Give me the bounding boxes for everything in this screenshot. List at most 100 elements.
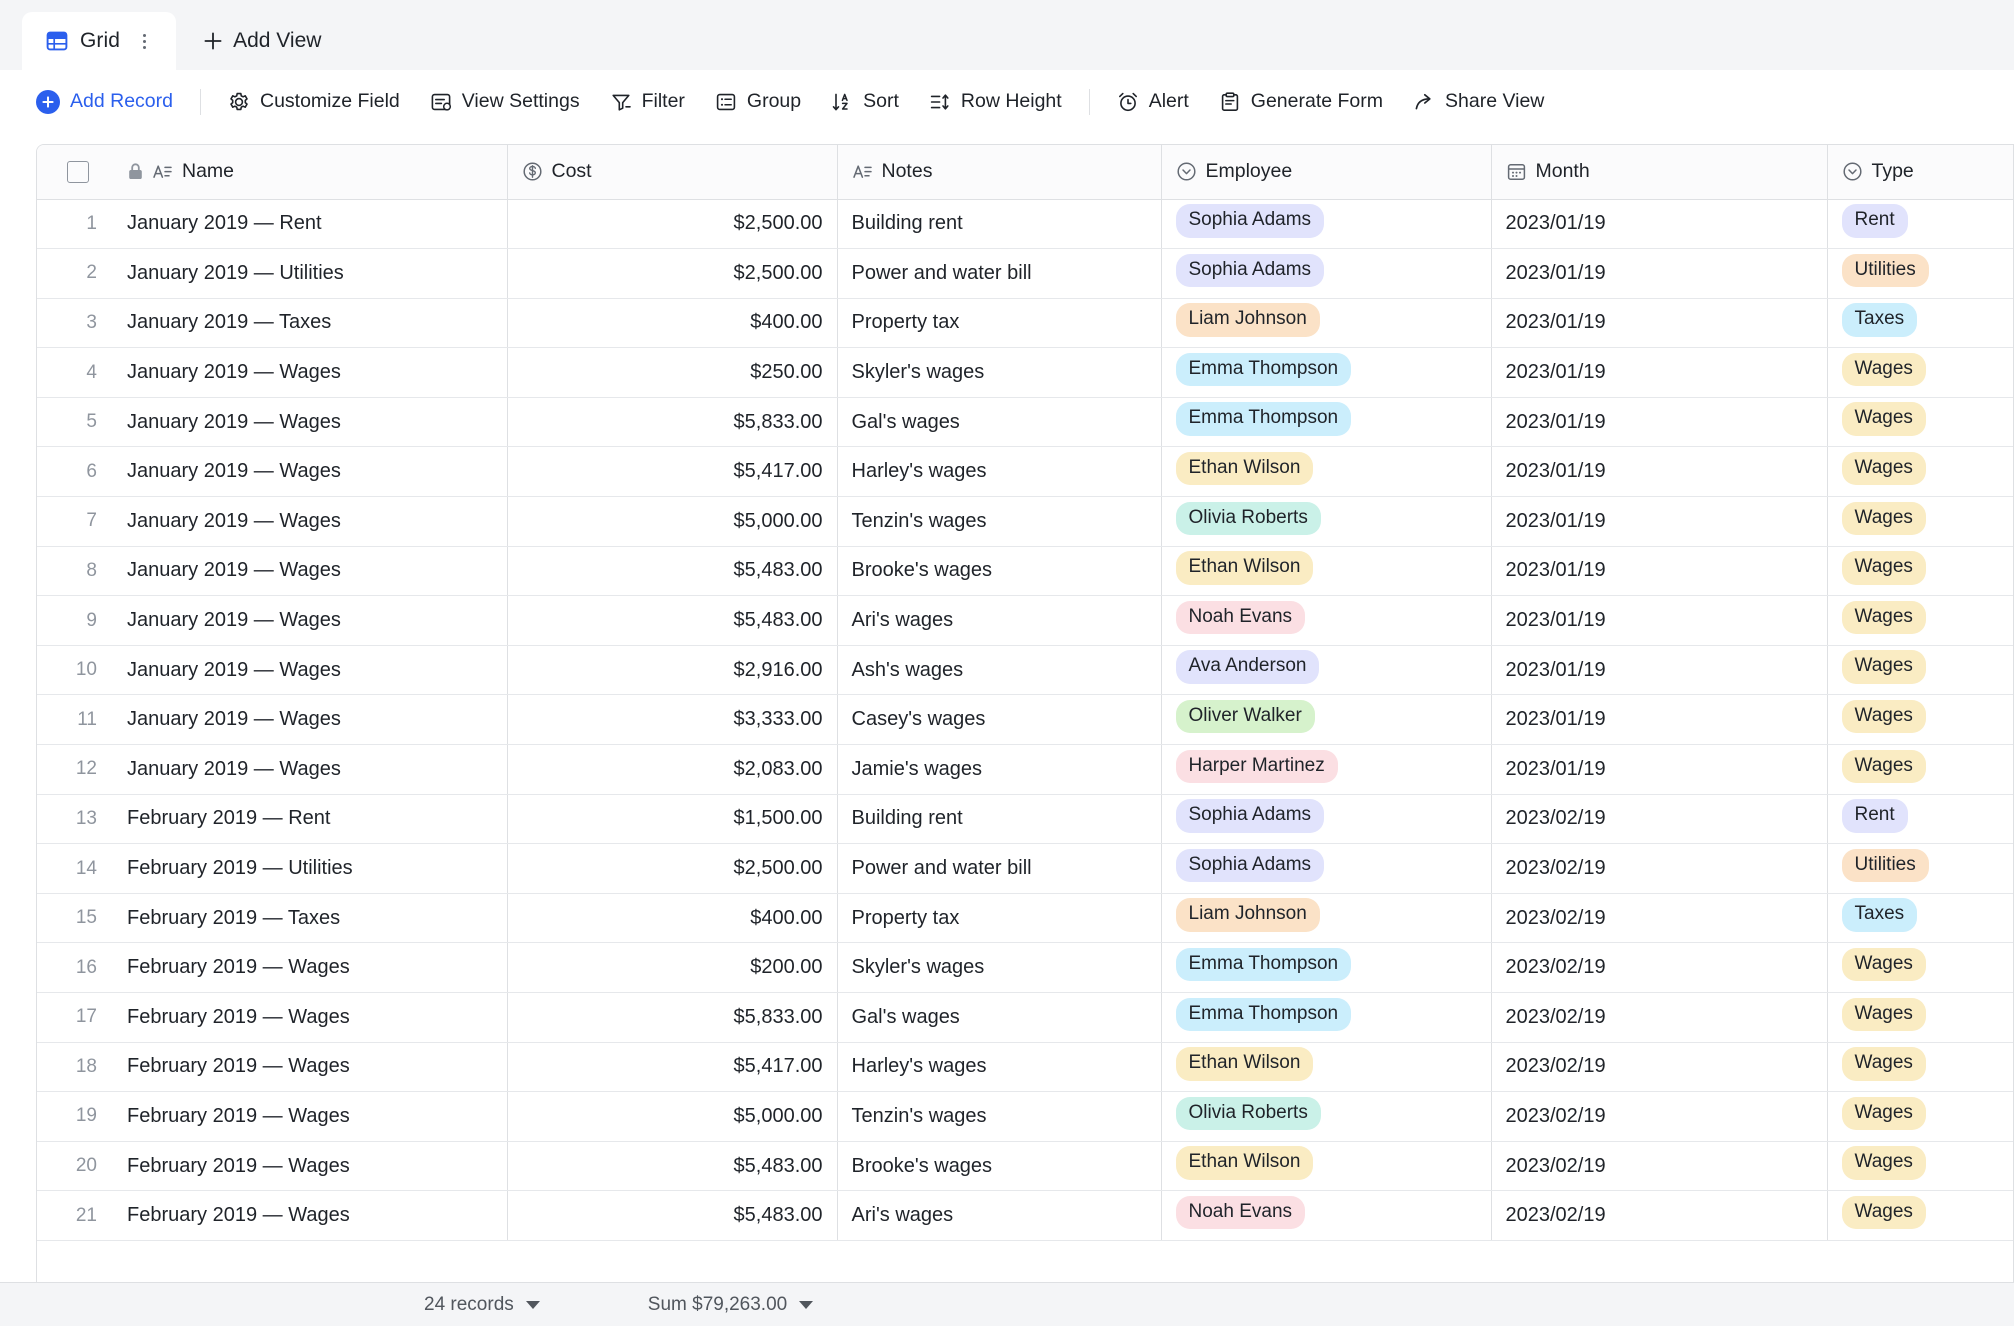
alert-button[interactable]: Alert (1102, 82, 1204, 122)
cell-name[interactable]: January 2019 — Wages (113, 397, 507, 447)
cell-notes[interactable]: Jamie's wages (837, 745, 1161, 795)
table-row[interactable]: 8January 2019 — Wages$5,483.00Brooke's w… (37, 546, 2014, 596)
cell-type[interactable]: Wages (1827, 546, 2014, 596)
table-row[interactable]: 10January 2019 — Wages$2,916.00Ash's wag… (37, 645, 2014, 695)
cell-cost[interactable]: $2,916.00 (507, 645, 837, 695)
cell-type[interactable]: Wages (1827, 348, 2014, 398)
table-row[interactable]: 11January 2019 — Wages$3,333.00Casey's w… (37, 695, 2014, 745)
cell-notes[interactable]: Ari's wages (837, 1191, 1161, 1241)
cell-notes[interactable]: Ari's wages (837, 596, 1161, 646)
table-row[interactable]: 9January 2019 — Wages$5,483.00Ari's wage… (37, 596, 2014, 646)
table-row[interactable]: 5January 2019 — Wages$5,833.00Gal's wage… (37, 397, 2014, 447)
cell-month[interactable]: 2023/01/19 (1491, 397, 1827, 447)
add-view-button[interactable]: Add View (176, 12, 339, 70)
cell-employee[interactable]: Ethan Wilson (1161, 1042, 1491, 1092)
cell-name[interactable]: January 2019 — Wages (113, 695, 507, 745)
column-header-notes[interactable]: Notes (837, 145, 1161, 199)
cell-employee[interactable]: Emma Thompson (1161, 943, 1491, 993)
share-view-button[interactable]: Share View (1398, 82, 1559, 122)
cell-notes[interactable]: Property tax (837, 298, 1161, 348)
cell-employee[interactable]: Sophia Adams (1161, 249, 1491, 299)
cell-type[interactable]: Wages (1827, 1092, 2014, 1142)
add-record-button[interactable]: Add Record (36, 82, 188, 122)
cell-employee[interactable]: Ava Anderson (1161, 645, 1491, 695)
cell-name[interactable]: February 2019 — Wages (113, 1191, 507, 1241)
cell-notes[interactable]: Building rent (837, 794, 1161, 844)
cell-name[interactable]: February 2019 — Wages (113, 1092, 507, 1142)
cell-cost[interactable]: $200.00 (507, 943, 837, 993)
cell-notes[interactable]: Gal's wages (837, 993, 1161, 1043)
cell-type[interactable]: Rent (1827, 794, 2014, 844)
customize-field-button[interactable]: Customize Field (213, 82, 415, 122)
cell-employee[interactable]: Ethan Wilson (1161, 546, 1491, 596)
cell-cost[interactable]: $3,333.00 (507, 695, 837, 745)
cell-cost[interactable]: $5,483.00 (507, 1141, 837, 1191)
cell-name[interactable]: January 2019 — Wages (113, 645, 507, 695)
cell-notes[interactable]: Tenzin's wages (837, 1092, 1161, 1142)
cell-month[interactable]: 2023/02/19 (1491, 893, 1827, 943)
cell-name[interactable]: February 2019 — Rent (113, 794, 507, 844)
table-row[interactable]: 18February 2019 — Wages$5,417.00Harley's… (37, 1042, 2014, 1092)
cell-employee[interactable]: Emma Thompson (1161, 397, 1491, 447)
record-count-button[interactable]: 24 records (424, 1294, 540, 1316)
more-vertical-icon[interactable] (134, 30, 154, 52)
cell-name[interactable]: February 2019 — Utilities (113, 844, 507, 894)
cell-type[interactable]: Wages (1827, 1042, 2014, 1092)
table-row[interactable]: 3January 2019 — Taxes$400.00Property tax… (37, 298, 2014, 348)
cell-notes[interactable]: Ash's wages (837, 645, 1161, 695)
table-row[interactable]: 15February 2019 — Taxes$400.00Property t… (37, 893, 2014, 943)
cell-notes[interactable]: Power and water bill (837, 844, 1161, 894)
column-header-type[interactable]: Type (1827, 145, 2014, 199)
tab-grid[interactable]: Grid (22, 12, 176, 70)
cell-type[interactable]: Wages (1827, 943, 2014, 993)
cell-type[interactable]: Wages (1827, 745, 2014, 795)
cell-month[interactable]: 2023/01/19 (1491, 546, 1827, 596)
cell-month[interactable]: 2023/02/19 (1491, 1092, 1827, 1142)
cell-notes[interactable]: Skyler's wages (837, 348, 1161, 398)
cell-type[interactable]: Wages (1827, 397, 2014, 447)
cell-cost[interactable]: $5,483.00 (507, 596, 837, 646)
cell-cost[interactable]: $5,000.00 (507, 1092, 837, 1142)
cell-notes[interactable]: Harley's wages (837, 447, 1161, 497)
cell-month[interactable]: 2023/02/19 (1491, 993, 1827, 1043)
select-all-checkbox[interactable] (67, 161, 89, 183)
cell-employee[interactable]: Olivia Roberts (1161, 1092, 1491, 1142)
cell-month[interactable]: 2023/02/19 (1491, 1141, 1827, 1191)
table-row[interactable]: 13February 2019 — Rent$1,500.00Building … (37, 794, 2014, 844)
column-header-name[interactable]: Name (113, 145, 507, 199)
cell-employee[interactable]: Oliver Walker (1161, 695, 1491, 745)
cell-type[interactable]: Wages (1827, 497, 2014, 547)
cell-notes[interactable]: Brooke's wages (837, 1141, 1161, 1191)
cell-cost[interactable]: $5,833.00 (507, 993, 837, 1043)
cell-cost[interactable]: $5,833.00 (507, 397, 837, 447)
select-all-header[interactable] (37, 145, 113, 199)
cell-month[interactable]: 2023/01/19 (1491, 298, 1827, 348)
cell-employee[interactable]: Emma Thompson (1161, 993, 1491, 1043)
cell-employee[interactable]: Liam Johnson (1161, 298, 1491, 348)
cell-month[interactable]: 2023/01/19 (1491, 447, 1827, 497)
cell-name[interactable]: February 2019 — Wages (113, 943, 507, 993)
cell-type[interactable]: Wages (1827, 993, 2014, 1043)
cell-type[interactable]: Wages (1827, 645, 2014, 695)
cell-cost[interactable]: $400.00 (507, 893, 837, 943)
cell-cost[interactable]: $5,417.00 (507, 447, 837, 497)
cell-name[interactable]: January 2019 — Rent (113, 199, 507, 249)
cell-cost[interactable]: $1,500.00 (507, 794, 837, 844)
cell-name[interactable]: February 2019 — Wages (113, 993, 507, 1043)
cell-type[interactable]: Wages (1827, 596, 2014, 646)
cell-employee[interactable]: Emma Thompson (1161, 348, 1491, 398)
table-row[interactable]: 12January 2019 — Wages$2,083.00Jamie's w… (37, 745, 2014, 795)
cell-name[interactable]: January 2019 — Wages (113, 497, 507, 547)
cell-type[interactable]: Rent (1827, 199, 2014, 249)
cell-type[interactable]: Taxes (1827, 298, 2014, 348)
cell-type[interactable]: Wages (1827, 695, 2014, 745)
cell-employee[interactable]: Ethan Wilson (1161, 1141, 1491, 1191)
cell-name[interactable]: January 2019 — Utilities (113, 249, 507, 299)
column-header-month[interactable]: Month (1491, 145, 1827, 199)
cell-cost[interactable]: $5,417.00 (507, 1042, 837, 1092)
cell-cost[interactable]: $2,083.00 (507, 745, 837, 795)
table-row[interactable]: 16February 2019 — Wages$200.00Skyler's w… (37, 943, 2014, 993)
cell-cost[interactable]: $2,500.00 (507, 199, 837, 249)
cell-employee[interactable]: Noah Evans (1161, 1191, 1491, 1241)
cell-month[interactable]: 2023/01/19 (1491, 695, 1827, 745)
